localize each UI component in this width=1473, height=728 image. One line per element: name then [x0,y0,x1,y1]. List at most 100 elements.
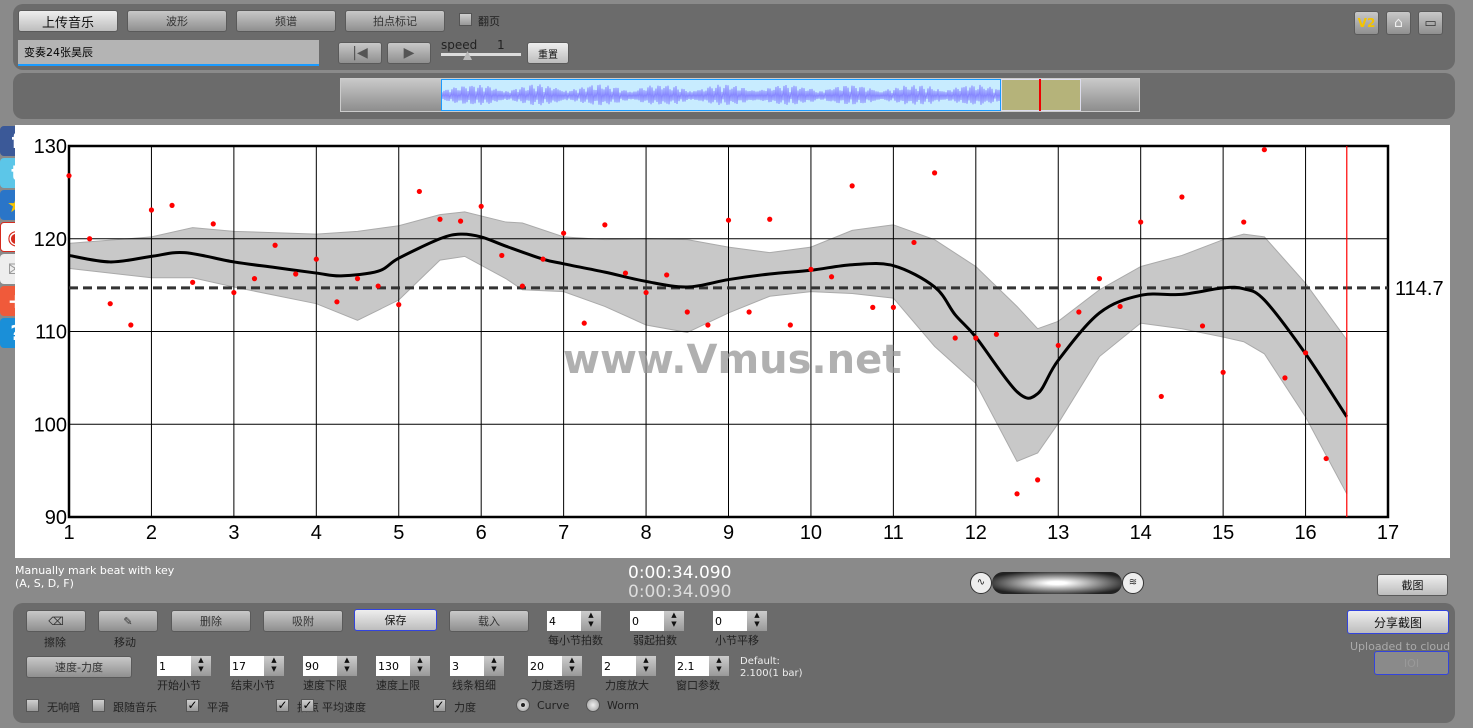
stepper-arrows-icon[interactable]: ▲ ▼ [581,611,601,631]
beat-tempo-point [994,332,999,337]
spectrum-button[interactable]: 频谱 [236,10,336,32]
pickup-beats-input[interactable] [630,611,664,631]
start-bar-input[interactable] [157,656,191,676]
dyn-alpha-input[interactable] [528,656,562,676]
checkbox-3[interactable]: ✓ [276,699,289,712]
checkbox-label-2: 平滑 [207,699,229,715]
screenshot-button[interactable]: 截图 [1377,574,1448,596]
end-bar-stepper[interactable]: ▲▼ [230,656,284,676]
waveform-button[interactable]: 波形 [127,10,227,32]
tempo-max-stepper[interactable]: ▲▼ [376,656,430,676]
beat-tempo-point [808,267,813,272]
x-tick-label: 7 [558,522,569,544]
x-tick-label: 9 [723,522,734,544]
checkbox-label-0: 无响喑 [47,699,80,715]
tempo-max-input[interactable] [376,656,410,676]
line-width-stepper[interactable]: ▲▼ [450,656,504,676]
checkbox-1[interactable] [92,699,105,712]
delete-button[interactable]: 删除 [171,610,251,632]
move-button[interactable]: ✎ [98,610,158,632]
stepper-arrows-icon[interactable]: ▲ ▼ [664,611,684,631]
mode-button[interactable]: 速度-力度 [26,656,132,678]
start-bar-stepper[interactable]: ▲▼ [157,656,211,676]
beat-tempo-point [252,276,257,281]
checkbox-2[interactable]: ✓ [186,699,199,712]
window-stepper[interactable]: ▲▼ [675,656,729,676]
load-button[interactable]: 载入 [449,610,529,632]
rewind-button[interactable]: |◀ [338,42,382,64]
beat-tempo-point [128,322,133,327]
stepper-arrows-icon[interactable]: ▲ ▼ [484,656,504,676]
x-tick-label: 17 [1377,522,1399,544]
waveform-path [442,84,1001,105]
line-width-input[interactable] [450,656,484,676]
beat-tempo-point [211,221,216,226]
overview-playhead[interactable] [1039,79,1041,111]
dyn-scale-input[interactable] [602,656,636,676]
beats-per-bar-label: 每小节拍数 [548,632,603,648]
speed-slider-thumb[interactable] [463,51,472,60]
x-tick-label: 14 [1130,522,1152,544]
stepper-arrows-icon[interactable]: ▲ ▼ [410,656,430,676]
snap-button[interactable]: 吸附 [263,610,343,632]
checkbox-5[interactable]: ✓ [433,699,446,712]
stepper-arrows-icon[interactable]: ▲ ▼ [709,656,729,676]
dyn-alpha-stepper[interactable]: ▲▼ [528,656,582,676]
window-input[interactable] [675,656,709,676]
home-button[interactable]: ⌂ [1386,11,1411,35]
beat-tempo-point [1076,309,1081,314]
end-bar-input[interactable] [230,656,264,676]
fullscreen-button[interactable]: ▭ [1418,11,1443,35]
overview-track[interactable] [340,78,1140,112]
version-button[interactable]: V2 [1354,11,1379,35]
beat-tempo-point [582,321,587,326]
stepper-arrows-icon[interactable]: ▲ ▼ [562,656,582,676]
beats-per-bar-stepper[interactable]: ▲▼ [547,611,601,631]
tempo-max-label: 速度上限 [376,677,420,693]
beat-tempo-point [932,170,937,175]
bar-shift-input[interactable] [713,611,747,631]
tempo-min-stepper[interactable]: ▲▼ [303,656,357,676]
rewind-icon: |◀ [352,45,367,61]
stepper-arrows-icon[interactable]: ▲ ▼ [747,611,767,631]
start-bar-label: 开始小节 [157,677,201,693]
stepper-arrows-icon[interactable]: ▲ ▼ [264,656,284,676]
stepper-arrows-icon[interactable]: ▲ ▼ [337,656,357,676]
share-screenshot-button[interactable]: 分享截图 [1347,610,1449,634]
volume-slider[interactable]: ∿ ≋ [970,570,1146,595]
checkbox-4[interactable]: ✓ [301,699,314,712]
pickup-beats-stepper[interactable]: ▲▼ [630,611,684,631]
beat-tempo-point [396,302,401,307]
overview-selection[interactable] [1001,79,1081,111]
title-input[interactable] [18,40,319,66]
reset-button[interactable]: 重置 [527,42,569,64]
beats-per-bar-input[interactable] [547,611,581,631]
radio-curve[interactable] [516,698,530,712]
beat-mark-button[interactable]: 拍点标记 [345,10,445,32]
beat-tempo-point [355,276,360,281]
speed-slider[interactable] [441,53,521,56]
y-tick-label: 90 [45,507,67,529]
page-turn-checkbox[interactable] [459,13,472,26]
save-button[interactable]: 保存 [354,609,437,631]
stepper-arrows-icon[interactable]: ▲ ▼ [636,656,656,676]
erase-button[interactable]: ⌫ [26,610,86,632]
hint-line1: Manually mark beat with key [15,564,174,577]
volume-track[interactable] [992,572,1122,594]
checkbox-0[interactable] [26,699,39,712]
y-tick-label: 110 [35,322,67,344]
page-turn-label: 翻页 [478,13,500,29]
tempo-min-input[interactable] [303,656,337,676]
radio-worm[interactable] [586,698,600,712]
waveform-small-icon: ∿ [970,572,992,594]
beat-tempo-point [1179,194,1184,199]
chart-container[interactable]: 1 2 3 4 5 6 7 8 9 10 11 12 13 14 15 16 17 90 100 110 120 130 1… [15,125,1450,558]
mean-tempo-label: 114.7 [1395,278,1444,300]
beat-tempo-point [870,305,875,310]
play-button[interactable]: ▶ [387,42,431,64]
stepper-arrows-icon[interactable]: ▲ ▼ [191,656,211,676]
bar-shift-stepper[interactable]: ▲▼ [713,611,767,631]
upload-music-button[interactable]: 上传音乐 [18,10,118,32]
dyn-scale-stepper[interactable]: ▲▼ [602,656,656,676]
ioi-button[interactable]: IOI [1374,651,1449,675]
